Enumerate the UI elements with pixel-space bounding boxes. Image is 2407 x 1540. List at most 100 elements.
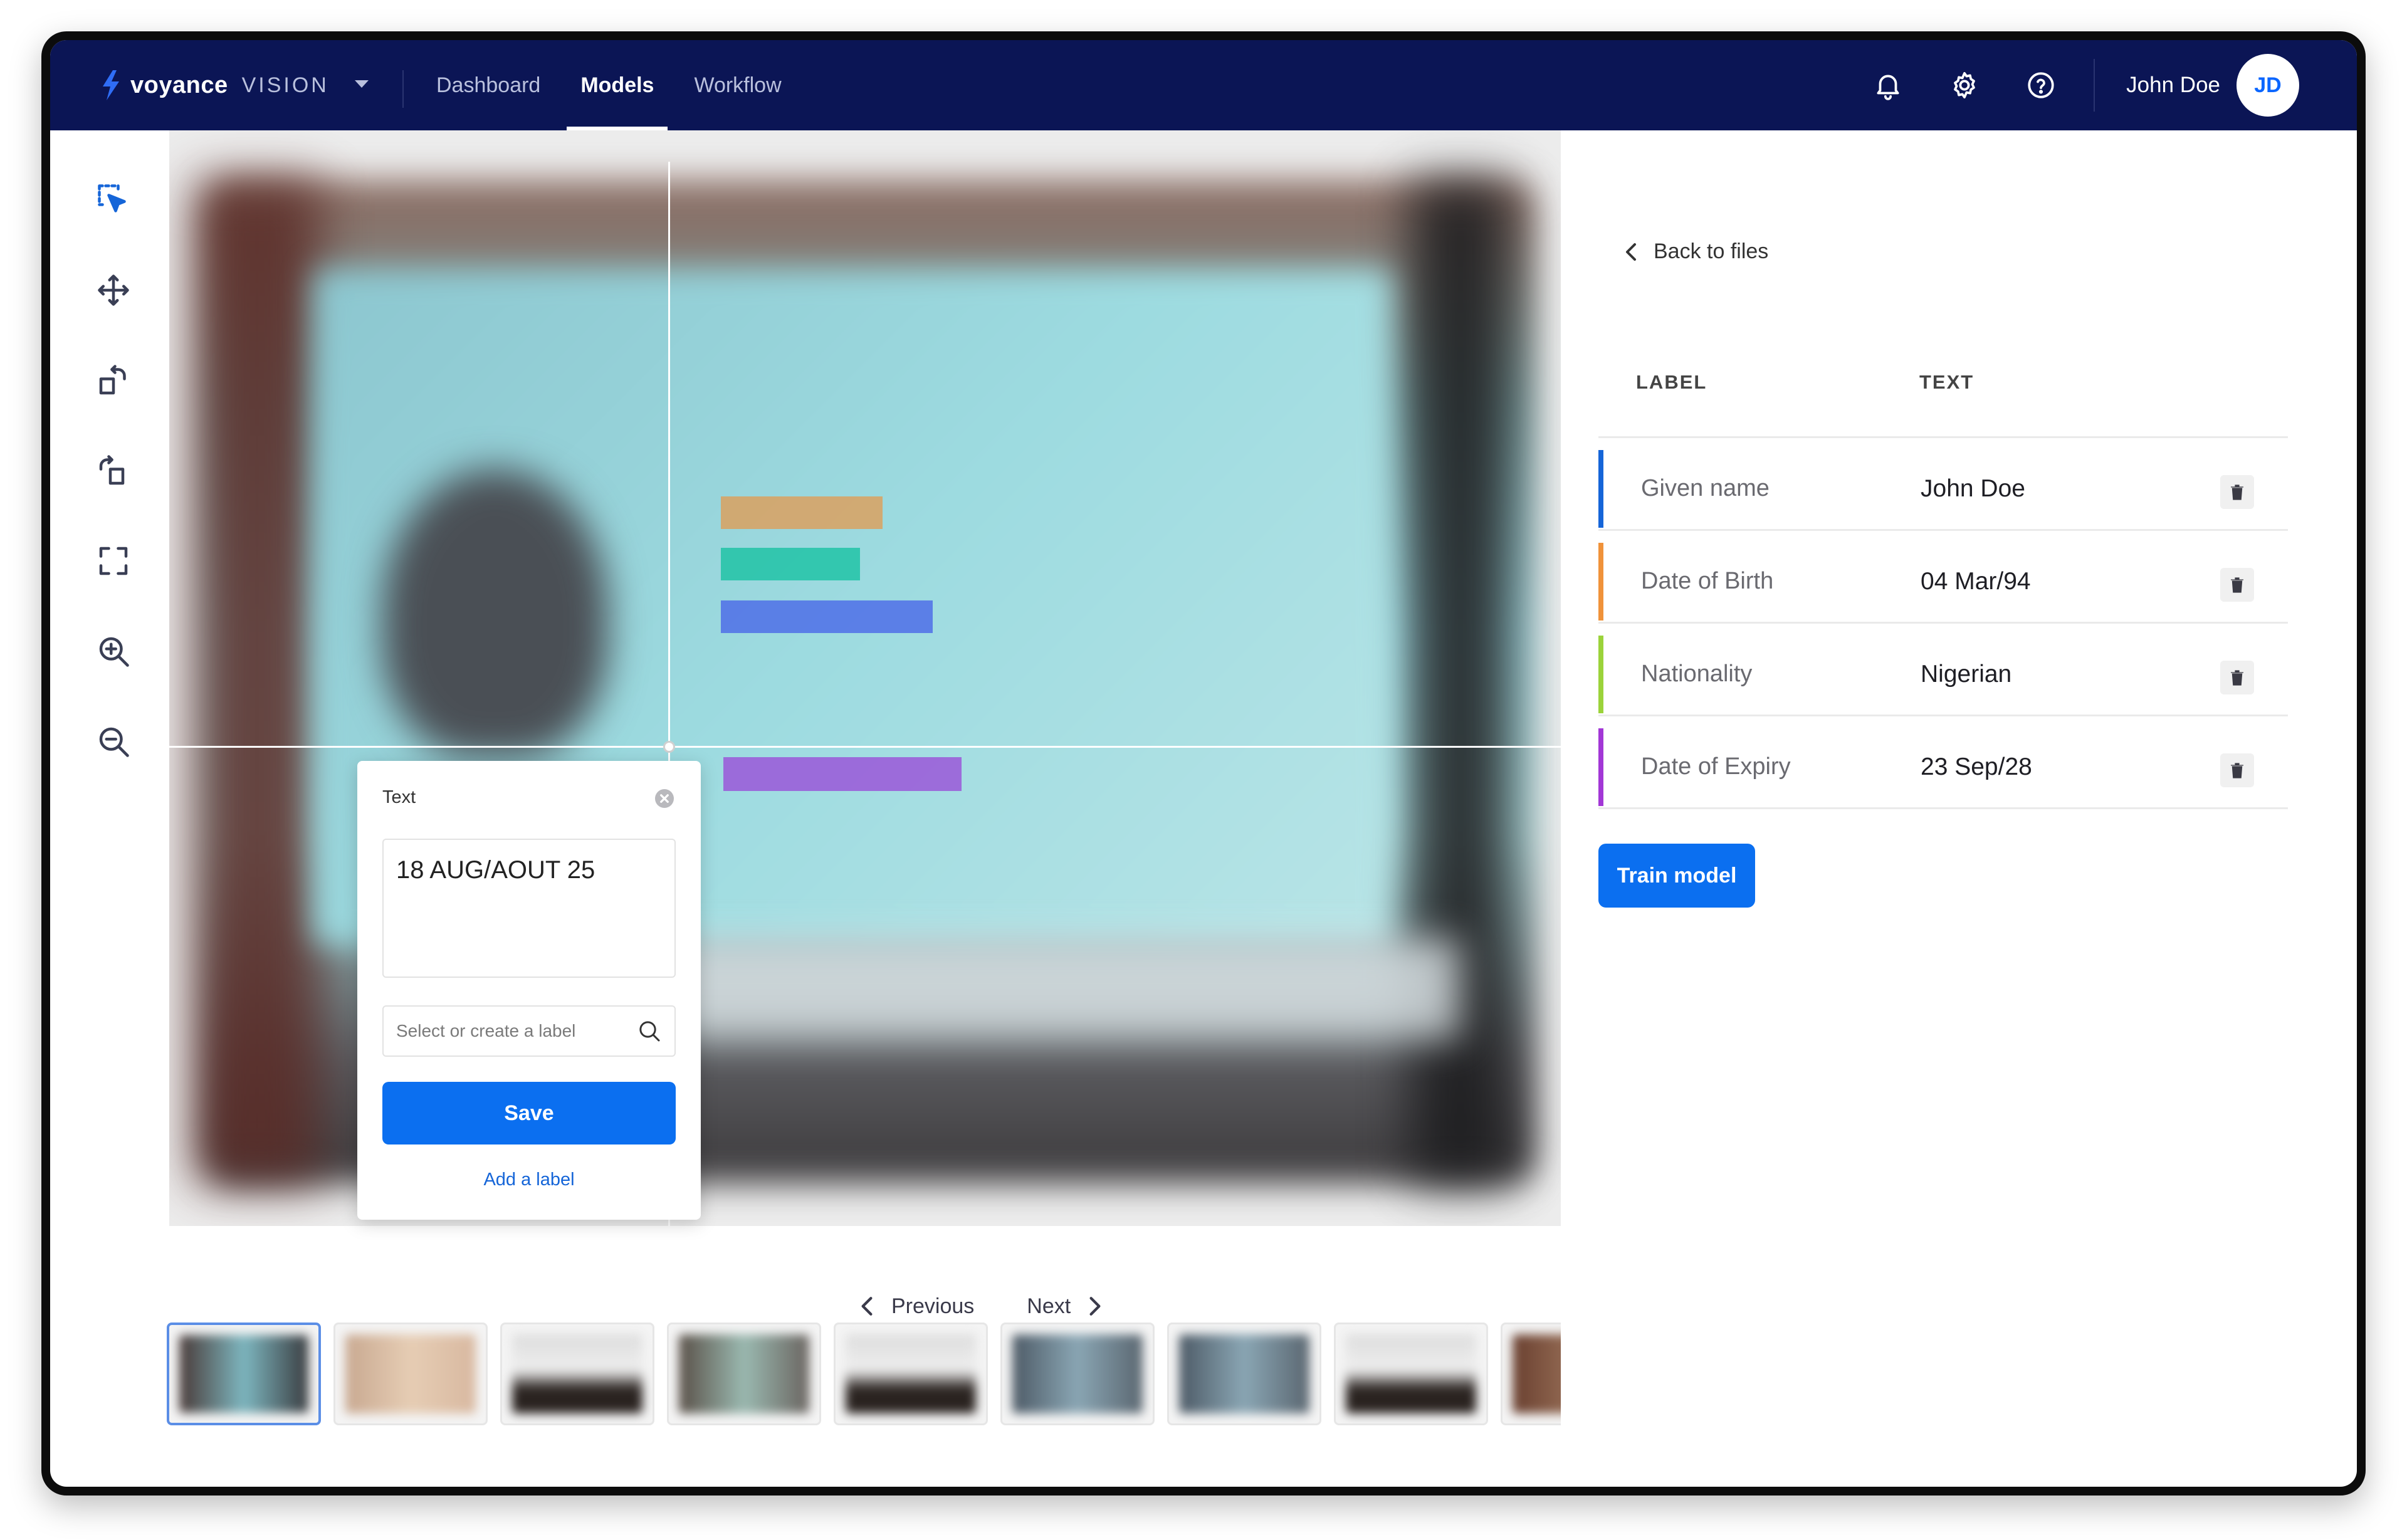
label-search-placeholder: Select or create a label xyxy=(396,1021,576,1040)
thumbnail-image xyxy=(1179,1334,1309,1413)
next-button[interactable]: Next xyxy=(1027,1294,1103,1319)
thumbnail-image xyxy=(179,1335,308,1413)
table-row[interactable]: Date of Birth 04 Mar/94 xyxy=(1598,543,2288,621)
trash-icon xyxy=(2231,763,2243,778)
thumbnail-8[interactable] xyxy=(1334,1323,1488,1425)
crosshair-horizontal xyxy=(169,746,1561,748)
thumbnail-image xyxy=(1012,1334,1143,1413)
table-divider xyxy=(1598,436,2288,438)
row-label: Date of Expiry xyxy=(1641,753,1791,780)
label-color-bar xyxy=(1598,728,1603,806)
zoom-in-tool[interactable] xyxy=(85,623,142,679)
row-text: John Doe xyxy=(1921,475,2025,502)
annotation-popup: Text 18 AUG/AOUT 25 Select or create a l… xyxy=(357,761,701,1220)
thumbnail-image xyxy=(846,1334,976,1413)
main-nav: Dashboard Models Workflow xyxy=(422,40,808,130)
label-search-input[interactable]: Select or create a label xyxy=(382,1005,676,1057)
annotation-highlight-nationality[interactable] xyxy=(721,600,933,633)
save-button[interactable]: Save xyxy=(382,1082,676,1145)
nav-divider xyxy=(402,70,404,108)
extracted-text-field[interactable]: 18 AUG/AOUT 25 xyxy=(382,839,676,978)
select-region-tool[interactable] xyxy=(85,172,142,228)
thumbnail-image xyxy=(1346,1334,1476,1413)
thumbnail-4[interactable] xyxy=(667,1323,821,1425)
table-divider xyxy=(1598,529,2288,531)
thumbnail-9[interactable] xyxy=(1501,1323,1561,1425)
label-color-bar xyxy=(1598,636,1603,713)
table-row[interactable]: Nationality Nigerian xyxy=(1598,636,2288,713)
thumbnail-image xyxy=(512,1334,642,1413)
label-color-bar xyxy=(1598,543,1603,621)
add-label-link[interactable]: Add a label xyxy=(357,1170,701,1190)
help-icon xyxy=(2028,72,2054,98)
nav-item-workflow[interactable]: Workflow xyxy=(680,40,795,130)
crosshair-center xyxy=(663,741,675,753)
thumbnail-image xyxy=(1513,1334,1561,1413)
help-button[interactable] xyxy=(2021,65,2061,105)
column-header-label: LABEL xyxy=(1636,371,1707,393)
avatar[interactable]: JD xyxy=(2237,54,2299,117)
thumbnail-3[interactable] xyxy=(500,1323,654,1425)
delete-row-button[interactable] xyxy=(2220,753,2254,787)
nav-item-dashboard[interactable]: Dashboard xyxy=(422,40,554,130)
delete-row-button[interactable] xyxy=(2220,475,2254,509)
brand-logo[interactable]: voyance VISION xyxy=(100,66,329,104)
trash-icon xyxy=(2231,485,2243,500)
annotation-toolbar xyxy=(85,172,160,804)
annotation-highlight-date-of-birth[interactable] xyxy=(721,548,860,580)
table-divider xyxy=(1598,715,2288,716)
bell-icon xyxy=(1877,75,1899,100)
document-image-left-edge xyxy=(194,181,320,1183)
page: voyance VISION Dashboard Models Workflow xyxy=(0,0,2407,1540)
trash-icon xyxy=(2231,670,2243,686)
row-label: Given name xyxy=(1641,475,1770,501)
previous-button[interactable]: Previous xyxy=(859,1294,974,1319)
table-row[interactable]: Given name John Doe xyxy=(1598,450,2288,528)
thumbnail-strip xyxy=(167,1323,1561,1428)
move-icon xyxy=(98,275,129,306)
row-label: Date of Birth xyxy=(1641,568,1774,594)
search-icon xyxy=(639,1021,660,1042)
row-text: 23 Sep/28 xyxy=(1921,753,2032,780)
chevron-right-icon xyxy=(1089,1297,1101,1316)
fullscreen-icon xyxy=(99,547,128,575)
column-header-text: TEXT xyxy=(1919,371,1974,393)
annotation-highlight-given-name[interactable] xyxy=(721,496,883,529)
device-frame: voyance VISION Dashboard Models Workflow xyxy=(41,31,2366,1495)
table-row[interactable]: Date of Expiry 23 Sep/28 xyxy=(1598,728,2288,806)
rotate-right-tool[interactable] xyxy=(85,443,142,499)
thumbnail-image xyxy=(345,1334,476,1413)
annotation-highlight-date-of-expiry[interactable] xyxy=(723,757,962,791)
delete-row-button[interactable] xyxy=(2220,661,2254,694)
nav-item-models[interactable]: Models xyxy=(567,40,668,130)
train-model-button[interactable]: Train model xyxy=(1598,844,1755,908)
thumbnail-7[interactable] xyxy=(1167,1323,1321,1425)
thumbnail-6[interactable] xyxy=(1000,1323,1155,1425)
workspace-dropdown-caret-icon[interactable] xyxy=(355,80,369,88)
top-navigation-bar: voyance VISION Dashboard Models Workflow xyxy=(50,40,2357,130)
user-name[interactable]: John Doe xyxy=(2126,73,2220,98)
row-text: 04 Mar/94 xyxy=(1921,568,2031,595)
voyance-logo-icon xyxy=(103,70,119,100)
chevron-left-icon xyxy=(861,1297,873,1316)
move-tool[interactable] xyxy=(85,262,142,318)
rotate-left-icon xyxy=(99,365,126,395)
next-label: Next xyxy=(1027,1294,1071,1318)
settings-button[interactable] xyxy=(1944,65,1985,105)
zoom-out-icon xyxy=(99,727,129,757)
zoom-out-tool[interactable] xyxy=(85,713,142,770)
thumbnail-1[interactable] xyxy=(167,1323,321,1425)
rotate-left-tool[interactable] xyxy=(85,352,142,409)
popup-title: Text xyxy=(382,787,416,807)
table-divider xyxy=(1598,807,2288,809)
thumbnail-2[interactable] xyxy=(333,1323,488,1425)
back-to-files-link[interactable]: Back to files xyxy=(1623,239,1768,264)
id-card-photo xyxy=(382,469,608,757)
close-icon[interactable] xyxy=(653,787,676,810)
delete-row-button[interactable] xyxy=(2220,568,2254,602)
notifications-button[interactable] xyxy=(1868,65,1908,105)
thumbnail-5[interactable] xyxy=(834,1323,988,1425)
table-divider xyxy=(1598,622,2288,624)
fullscreen-tool[interactable] xyxy=(85,533,142,589)
top-actions: John Doe JD xyxy=(1832,40,2299,130)
